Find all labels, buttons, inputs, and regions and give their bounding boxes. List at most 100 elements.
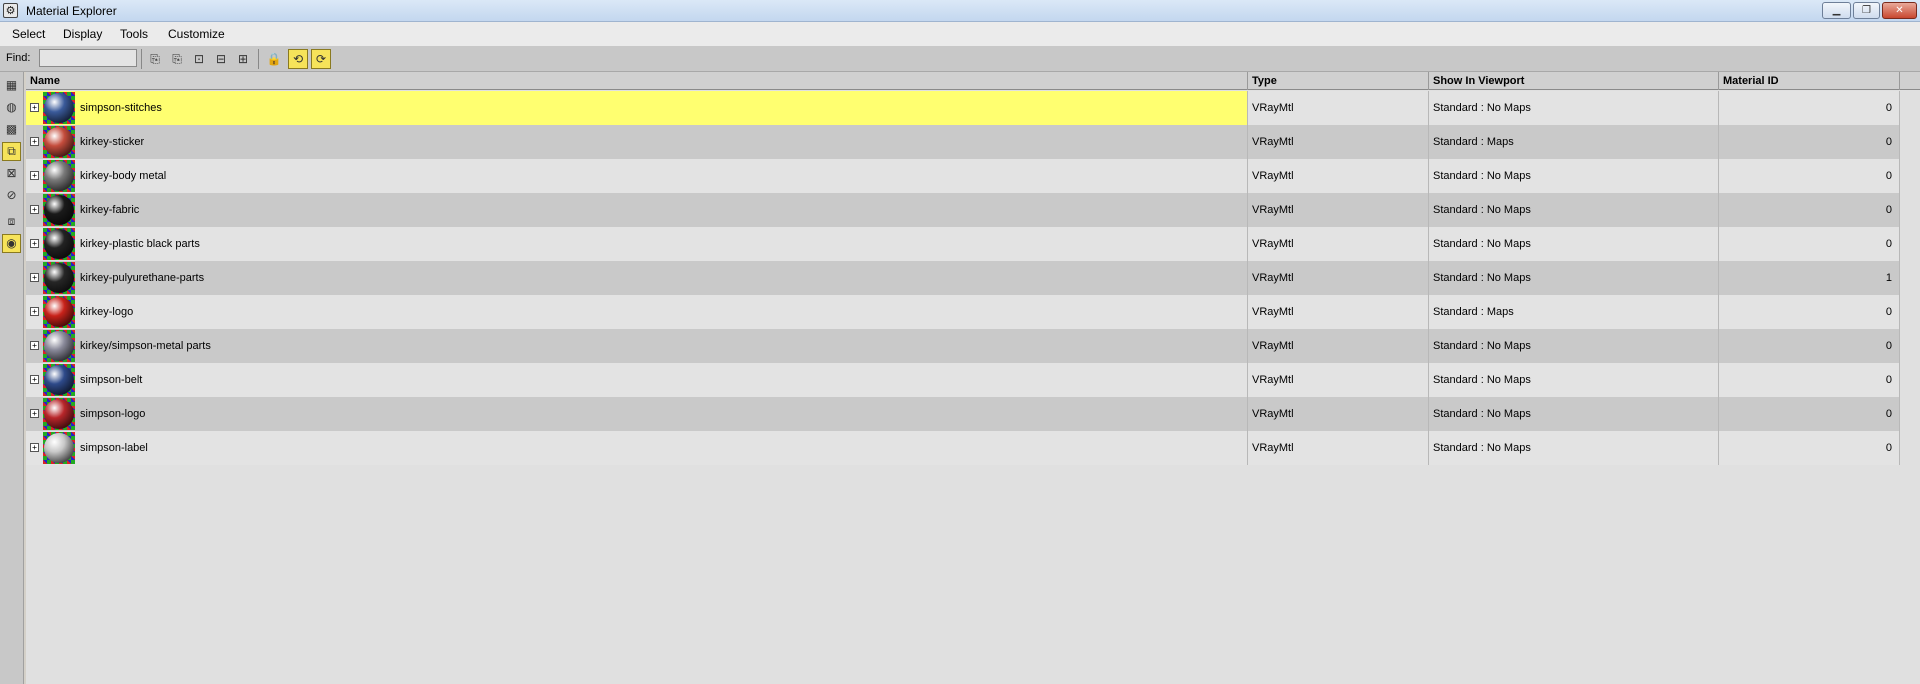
table-row[interactable]: + kirkey-sticker VRayMtl Standard : Maps 0 [26,125,1900,159]
type-cell[interactable]: VRayMtl [1248,125,1429,159]
material-id-cell[interactable]: 0 [1719,397,1900,431]
expand-icon[interactable]: + [30,205,39,214]
type-cell[interactable]: VRayMtl [1248,397,1429,431]
maximize-button[interactable]: ❐ [1853,2,1880,19]
display-children-icon[interactable]: ⊟ [211,49,231,69]
material-id-cell[interactable]: 0 [1719,227,1900,261]
viewport-cell[interactable]: Standard : Maps [1429,295,1719,329]
viewport-cell[interactable]: Standard : No Maps [1429,193,1719,227]
select-none-icon[interactable]: ⎘ [167,49,187,69]
type-cell[interactable]: VRayMtl [1248,91,1429,125]
type-cell[interactable]: VRayMtl [1248,227,1429,261]
display-maps-icon[interactable]: ▩ [2,120,21,139]
viewport-cell[interactable]: Standard : No Maps [1429,363,1719,397]
type-cell[interactable]: VRayMtl [1248,431,1429,465]
type-cell[interactable]: VRayMtl [1248,329,1429,363]
expand-icon[interactable]: + [30,103,39,112]
table-row[interactable]: + simpson-stitches VRayMtl Standard : No Ma… [26,91,1900,125]
type-cell[interactable]: VRayMtl [1248,363,1429,397]
display-by-material-icon[interactable]: ◉ [2,234,21,253]
material-id-cell[interactable]: 0 [1719,125,1900,159]
name-cell[interactable]: + kirkey-fabric [26,193,1248,227]
select-all-icon[interactable]: ⎘ [145,49,165,69]
table-row[interactable]: + simpson-belt VRayMtl Standard : No Maps 0 [26,363,1900,397]
display-thumbnails-icon[interactable]: ▦ [2,76,21,95]
type-cell[interactable]: VRayMtl [1248,193,1429,227]
viewport-cell[interactable]: Standard : No Maps [1429,261,1719,295]
display-objects-icon[interactable]: ⧉ [2,142,21,161]
expand-icon[interactable]: + [30,409,39,418]
name-cell[interactable]: + kirkey-pulyurethane-parts [26,261,1248,295]
expand-icon[interactable]: + [30,137,39,146]
name-cell[interactable]: + simpson-logo [26,397,1248,431]
table-row[interactable]: + kirkey-body metal VRayMtl Standard : No M… [26,159,1900,193]
close-button[interactable]: ✕ [1882,2,1917,19]
sync-explorer-icon[interactable]: ⟳ [311,49,331,69]
display-by-object-icon[interactable]: ⧈ [2,212,21,231]
select-invert-icon[interactable]: ⊡ [189,49,209,69]
material-name: simpson-belt [80,374,143,386]
display-sub-materials-icon[interactable]: ⊠ [2,164,21,183]
menu-select[interactable]: Select [12,27,45,41]
app-icon[interactable]: ⚙ [3,3,18,18]
name-cell[interactable]: + simpson-stitches [26,91,1248,125]
material-id-cell[interactable]: 0 [1719,431,1900,465]
table-row[interactable]: + simpson-label VRayMtl Standard : No Maps 0 [26,431,1900,465]
name-cell[interactable]: + simpson-label [26,431,1248,465]
material-id-cell[interactable]: 0 [1719,193,1900,227]
column-header-material-id[interactable]: Material ID [1719,72,1900,90]
viewport-cell[interactable]: Standard : No Maps [1429,431,1719,465]
expand-icon[interactable]: + [30,307,39,316]
menu-display[interactable]: Display [63,27,102,41]
expand-icon[interactable]: + [30,375,39,384]
material-id-cell[interactable]: 0 [1719,91,1900,125]
name-cell[interactable]: + kirkey/simpson-metal parts [26,329,1248,363]
table-row[interactable]: + kirkey-fabric VRayMtl Standard : No Maps 0 [26,193,1900,227]
type-cell[interactable]: VRayMtl [1248,261,1429,295]
expand-icon[interactable]: + [30,341,39,350]
table-row[interactable]: + kirkey-logo VRayMtl Standard : Maps 0 [26,295,1900,329]
name-cell[interactable]: + kirkey-sticker [26,125,1248,159]
material-id-cell[interactable]: 0 [1719,329,1900,363]
expand-icon[interactable]: + [30,171,39,180]
column-header-name[interactable]: Name [26,72,1248,90]
viewport-cell[interactable]: Standard : No Maps [1429,159,1719,193]
name-cell[interactable]: + kirkey-body metal [26,159,1248,193]
material-id-cell[interactable]: 0 [1719,295,1900,329]
expand-icon[interactable]: + [30,273,39,282]
viewport-cell[interactable]: Standard : Maps [1429,125,1719,159]
viewport-cell[interactable]: Standard : No Maps [1429,397,1719,431]
viewport-cell[interactable]: Standard : No Maps [1429,329,1719,363]
type-cell[interactable]: VRayMtl [1248,295,1429,329]
table-row[interactable]: + kirkey/simpson-metal parts VRayMtl Standa… [26,329,1900,363]
viewport-cell[interactable]: Standard : No Maps [1429,227,1719,261]
menu-tools[interactable]: Tools [120,27,148,41]
column-header-type[interactable]: Type [1248,72,1429,90]
material-thumbnail [43,160,75,192]
type-cell[interactable]: VRayMtl [1248,159,1429,193]
table-row[interactable]: + kirkey-pulyurethane-parts VRayMtl Standar… [26,261,1900,295]
material-id-cell[interactable]: 0 [1719,363,1900,397]
material-thumbnail [43,330,75,362]
vertical-toolbar: ▦ ◍ ▩ ⧉ ⊠ ⊘ ⧈ ◉ [0,72,24,684]
expand-icon[interactable]: + [30,239,39,248]
find-input[interactable] [39,49,137,67]
material-id-cell[interactable]: 0 [1719,159,1900,193]
sync-selection-icon[interactable]: ⟲ [288,49,308,69]
lock-icon[interactable]: 🔒 [264,49,284,69]
material-id-cell[interactable]: 1 [1719,261,1900,295]
table-row[interactable]: + kirkey-plastic black parts VRayMtl Standa… [26,227,1900,261]
name-cell[interactable]: + simpson-belt [26,363,1248,397]
title-bar[interactable]: ⚙ Material Explorer ▁ ❐ ✕ [0,0,1920,22]
menu-customize[interactable]: Customize [168,27,225,41]
table-row[interactable]: + simpson-logo VRayMtl Standard : No Maps 0 [26,397,1900,431]
name-cell[interactable]: + kirkey-plastic black parts [26,227,1248,261]
minimize-button[interactable]: ▁ [1822,2,1851,19]
display-unused-maps-icon[interactable]: ⊘ [2,186,21,205]
display-references-icon[interactable]: ⊞ [233,49,253,69]
expand-icon[interactable]: + [30,443,39,452]
name-cell[interactable]: + kirkey-logo [26,295,1248,329]
viewport-cell[interactable]: Standard : No Maps [1429,91,1719,125]
display-materials-icon[interactable]: ◍ [2,98,21,117]
column-header-show-in-viewport[interactable]: Show In Viewport [1429,72,1719,90]
